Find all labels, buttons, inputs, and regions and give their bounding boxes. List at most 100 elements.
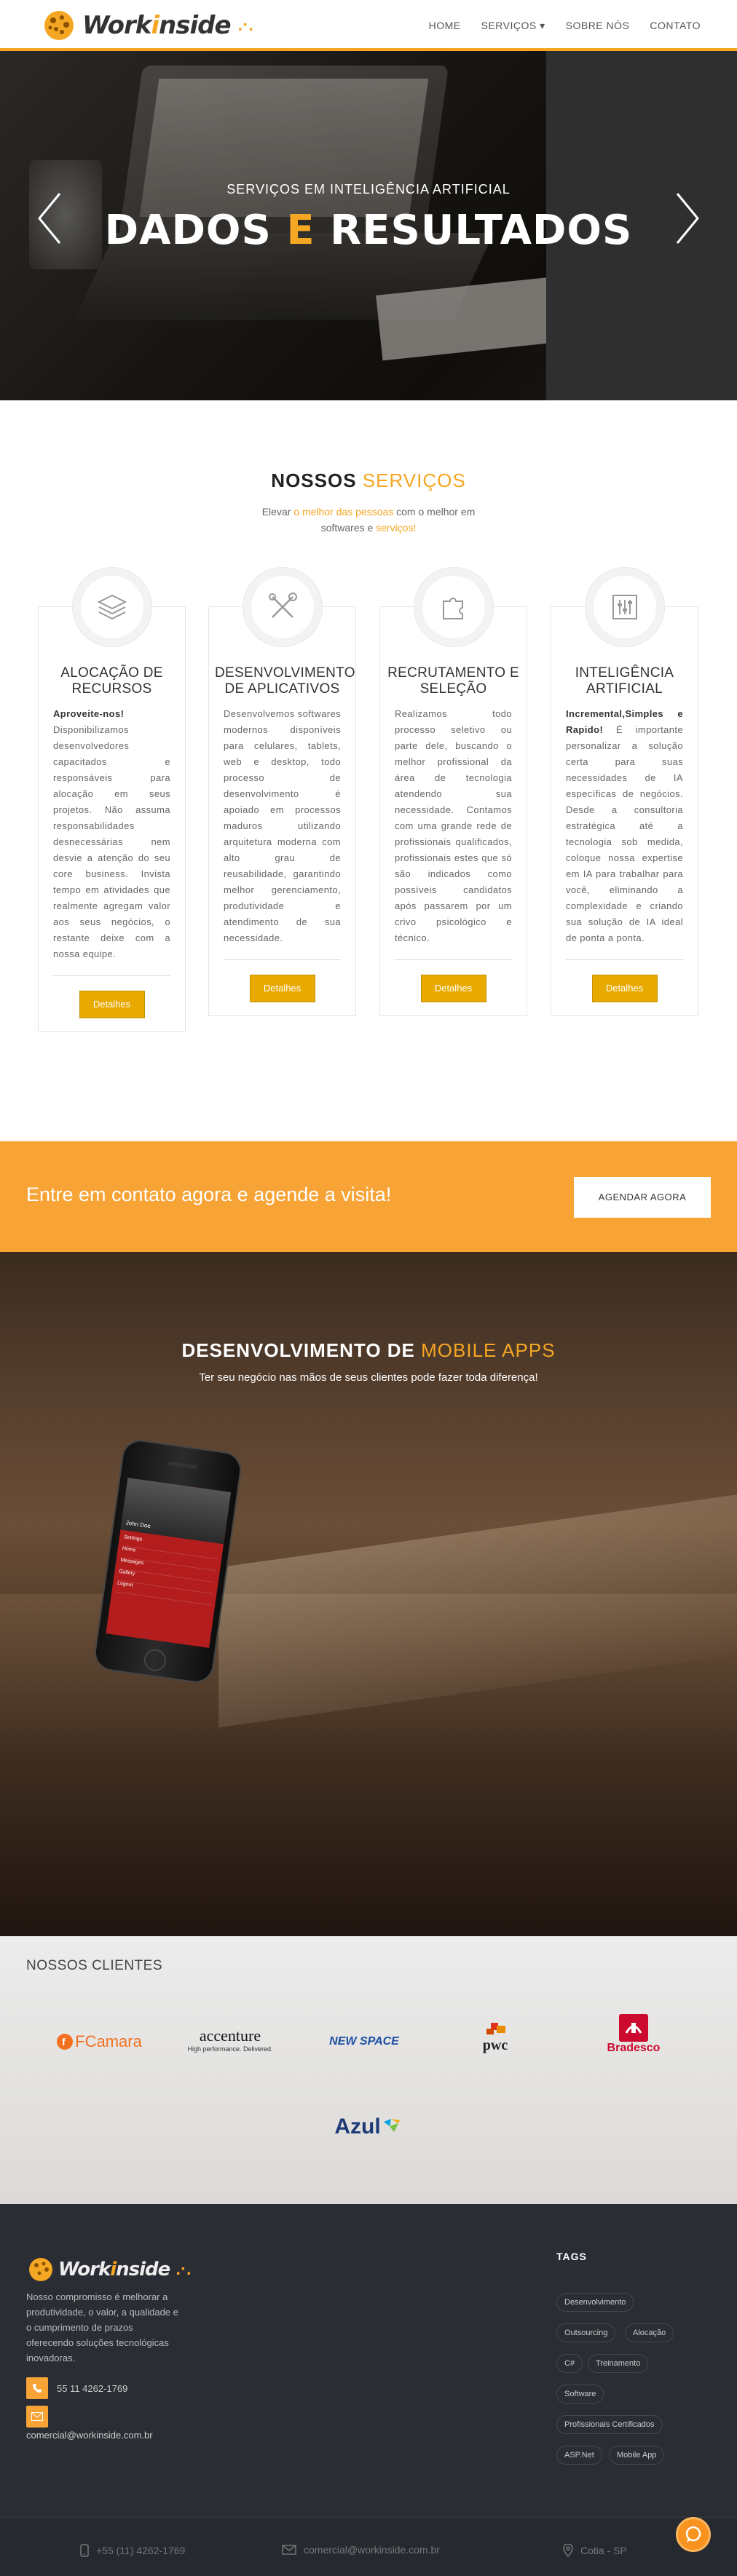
slider-prev-arrow-icon[interactable] [35, 189, 64, 247]
azul-wordmark: Azul [334, 2115, 381, 2139]
services-title-dark: NOSSOS [271, 469, 357, 491]
tag-aspnet[interactable]: ASP.Net [556, 2446, 602, 2465]
bottom-email: comercial@workinside.com.br [282, 2544, 440, 2556]
puzzle-icon [442, 598, 463, 619]
accenture-tagline: High performance. Delivered. [187, 2045, 273, 2053]
phone-screen: John Doe Settings Home Messages Gallery … [106, 1478, 232, 1649]
details-button[interactable]: Detalhes [420, 975, 486, 1002]
navbar: Workinside .·. HOME SERVIÇOS ▾ SOBRE NÓS… [0, 0, 737, 51]
service-card-recrutamento: RECRUTAMENTO E SELEÇÃO Realizamos todo p… [379, 567, 527, 1016]
card-body: Incremental,Simples e Rapido! É importan… [551, 697, 698, 946]
card-text: Desenvolvemos softwares modernos disponí… [224, 708, 341, 943]
card-divider [395, 959, 512, 960]
card-lead: Aproveite-nos! [53, 708, 125, 719]
card-title: INTELIGÊNCIA ARTIFICIAL [575, 665, 674, 697]
logo-brain-icon [44, 11, 74, 40]
map-pin-icon [563, 2544, 573, 2557]
fcamara-f-icon: f [57, 2034, 74, 2050]
client-logo-azul: Azul [318, 2105, 419, 2149]
footer-phone-number[interactable]: 55 11 4262-1769 [57, 2383, 127, 2394]
envelope-icon [26, 2406, 48, 2428]
bottom-location: Cotia - SP [563, 2544, 627, 2557]
tag-profissionais-certificados[interactable]: Profissionais Certificados [556, 2415, 663, 2434]
hero-title: DADOS E RESULTADOS [0, 207, 737, 254]
pwc-wordmark: pwc [482, 2037, 508, 2053]
service-card-alocacao: ALOCAÇÃO DE RECURSOS Aproveite-nos! Disp… [38, 567, 186, 1032]
details-button[interactable]: Detalhes [591, 975, 658, 1002]
slider-next-arrow-icon[interactable] [673, 189, 702, 247]
services-sub-highlight-1: o melhor das pessoas [293, 506, 394, 518]
card-text: Realizamos todo processo seletivo ou par… [395, 708, 512, 943]
bottom-phone-number[interactable]: +55 (11) 4262-1769 [96, 2545, 185, 2556]
clients-section: NOSSOS CLIENTES f FCamara accenture High… [0, 1936, 737, 2204]
tag-mobile-app[interactable]: Mobile App [609, 2446, 665, 2465]
card-divider [224, 959, 341, 960]
azul-bird-icon [383, 2119, 400, 2132]
nav-home[interactable]: HOME [429, 20, 461, 32]
tag-treinamento[interactable]: Treinamento [588, 2354, 649, 2373]
layers-icon [97, 594, 127, 620]
svg-text:f: f [62, 2036, 66, 2048]
card-title: ALOCAÇÃO DE RECURSOS [60, 665, 163, 697]
client-logo-accenture: accenture High performance. Delivered. [186, 2018, 274, 2061]
bradesco-emblem-icon [619, 2014, 648, 2042]
brand-logo[interactable]: Workinside .·. [40, 9, 253, 42]
tag-csharp[interactable]: C# [556, 2354, 583, 2373]
tag-alocacao[interactable]: Alocação [625, 2323, 674, 2342]
chat-widget-button[interactable] [676, 2517, 711, 2552]
phone-home-button [142, 1647, 168, 1673]
tag-desenvolvimento[interactable]: Desenvolvimento [556, 2293, 634, 2312]
card-icon-circle [242, 567, 323, 647]
card-body: Desenvolvemos softwares modernos disponí… [209, 697, 355, 946]
envelope-outline-icon [282, 2545, 296, 2555]
hero-subtitle: SERVIÇOS EM INTELIGÊNCIA ARTIFICIAL [226, 182, 511, 197]
nav-sobre-nos[interactable]: SOBRE NÓS [566, 20, 630, 32]
tag-outsourcing[interactable]: Outsourcing [556, 2323, 616, 2342]
accenture-wordmark: accenture [199, 2026, 261, 2045]
bottom-email-address[interactable]: comercial@workinside.com.br [304, 2544, 440, 2556]
footer-brand-name: Workinside [58, 2259, 170, 2280]
phone-speaker [168, 1461, 197, 1470]
services-title-accent: SERVIÇOS [362, 469, 466, 491]
newspace-wordmark: NEW SPACE [329, 2035, 399, 2048]
service-card-desenvolvimento: DESENVOLVIMENTO DE APLICATIVOS Desenvolv… [208, 567, 356, 1016]
client-logo-pwc: pwc [459, 2016, 532, 2060]
bradesco-wordmark: Bradesco [607, 2042, 661, 2054]
footer-logo[interactable]: Workinside .·. [26, 2256, 192, 2283]
tag-software[interactable]: Software [556, 2385, 604, 2403]
schedule-now-button[interactable]: AGENDAR AGORA [574, 1177, 711, 1218]
tools-icon [268, 593, 297, 618]
nav-servicos-dropdown[interactable]: SERVIÇOS ▾ [481, 20, 545, 32]
card-title: DESENVOLVIMENTO DE APLICATIVOS [215, 665, 355, 697]
card-icon-circle [413, 567, 494, 647]
footer-about-text: Nosso compromisso é melhorar a produtivi… [26, 2291, 178, 2363]
contact-banner: Entre em contato agora e agende a visita… [0, 1141, 737, 1252]
mobile-apps-section: DESENVOLVIMENTO DE MOBILE APPS Ter seu n… [0, 1252, 737, 1936]
nav-menu: HOME SERVIÇOS ▾ SOBRE NÓS CONTATO [429, 20, 701, 32]
details-button[interactable]: Detalhes [249, 975, 315, 1002]
services-sub-highlight-2: serviços! [376, 522, 417, 534]
hero-slider: SERVIÇOS EM INTELIGÊNCIA ARTIFICIAL DADO… [0, 51, 737, 400]
client-logo-newspace: NEW SPACE [320, 2020, 408, 2064]
details-button[interactable]: Detalhes [79, 991, 145, 1018]
services-title: NOSSOS SERVIÇOS [0, 469, 737, 492]
services-sub-1: Elevar [261, 506, 294, 518]
card-body: Realizamos todo processo seletivo ou par… [380, 697, 527, 946]
footer-email[interactable]: comercial@workinside.com.br [26, 2430, 153, 2441]
bottom-location-text: Cotia - SP [580, 2545, 627, 2556]
sliders-icon [612, 595, 637, 619]
brand-dots: .·. [237, 15, 253, 35]
nav-contato[interactable]: CONTATO [650, 20, 701, 32]
client-logo-bradesco: Bradesco [597, 2013, 670, 2056]
hero-title-accent: E [286, 207, 315, 254]
service-card-ia: INTELIGÊNCIA ARTIFICIAL Incremental,Simp… [551, 567, 698, 1016]
tags-title: TAGS [556, 2251, 587, 2262]
card-divider [566, 959, 683, 960]
fcamara-wordmark: FCamara [75, 2032, 142, 2050]
client-logo-fcamara: f FCamara [55, 2020, 143, 2064]
phone-icon [26, 2377, 48, 2399]
card-icon-circle [71, 567, 152, 647]
card-body: Aproveite-nos! Disponibilizamos desenvol… [39, 697, 185, 962]
card-divider [53, 975, 170, 976]
mobile-title-accent: MOBILE APPS [421, 1339, 556, 1361]
